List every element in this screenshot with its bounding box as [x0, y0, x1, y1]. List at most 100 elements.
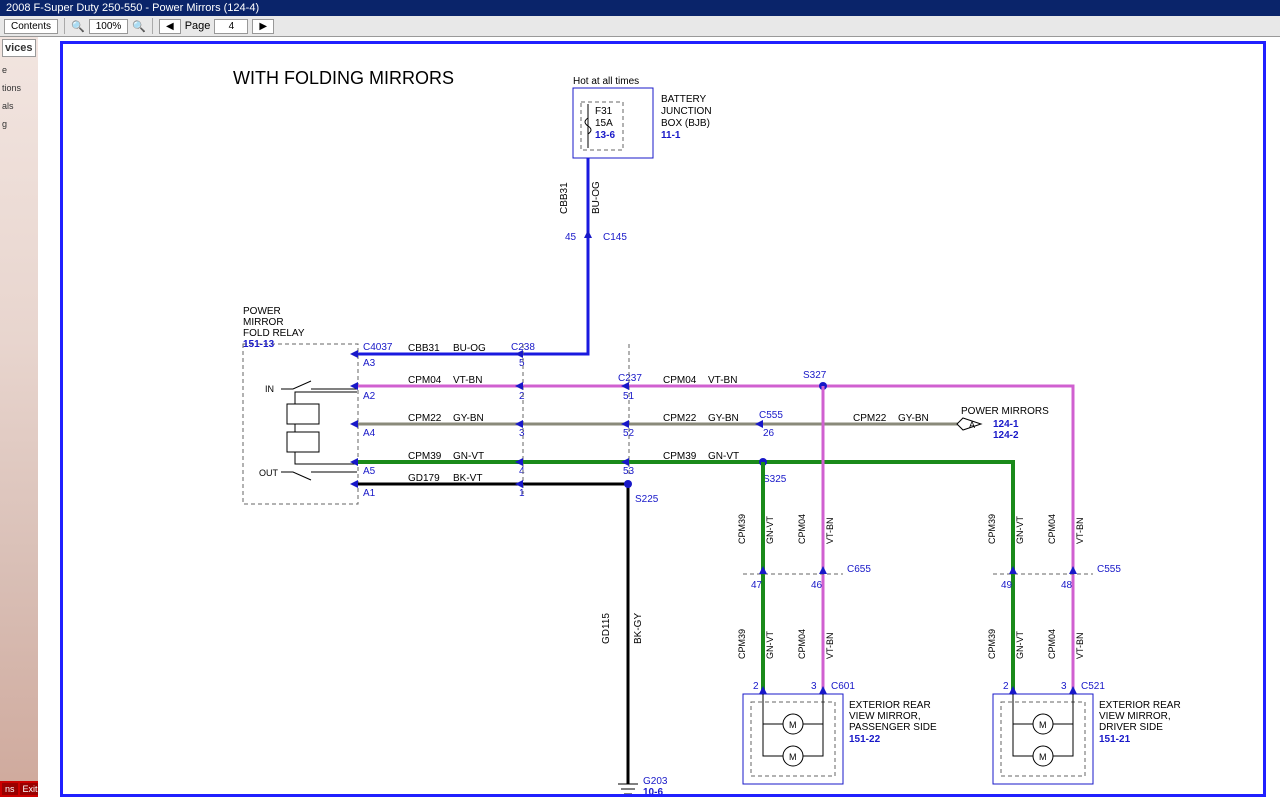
fuse-icon — [585, 104, 591, 148]
label-s325: S325 — [763, 474, 787, 485]
bjb-l2: JUNCTION — [661, 106, 712, 117]
pm-r1: 124-1 — [993, 419, 1019, 430]
wire-cbb31 — [358, 158, 588, 354]
svg-text:VT-BN: VT-BN — [825, 517, 835, 544]
svg-text:GN-VT: GN-VT — [765, 631, 775, 660]
diagram-viewer: WITH FOLDING MIRRORS Hot at all times F3… — [38, 37, 1280, 797]
svg-text:VIEW MIRROR,: VIEW MIRROR, — [1099, 711, 1171, 722]
diagram-title: WITH FOLDING MIRRORS — [233, 68, 454, 88]
svg-text:M: M — [1039, 752, 1047, 762]
pin-a5: A5 — [363, 466, 376, 477]
svg-text:VT-BN: VT-BN — [1075, 517, 1085, 544]
relay-in: IN — [265, 384, 274, 394]
contents-button[interactable]: Contents — [4, 19, 58, 34]
pm-name: POWER MIRRORS — [961, 406, 1049, 417]
pin-a1: A1 — [363, 488, 376, 499]
sidebar: vices e tions als g ns Exit — [0, 37, 39, 797]
w-cpm22-b: CPM22 — [663, 413, 697, 424]
w-gybn-b: GY-BN — [708, 413, 739, 424]
hot-label: Hot at all times — [573, 76, 639, 87]
w-bkgy: BK-GY — [633, 613, 644, 644]
label-s225: S225 — [635, 494, 659, 505]
next-page-button[interactable]: ▶ — [252, 19, 274, 34]
diagram-page: WITH FOLDING MIRRORS Hot at all times F3… — [60, 41, 1266, 797]
svg-text:CPM39: CPM39 — [987, 514, 997, 544]
svg-text:CPM04: CPM04 — [797, 514, 807, 544]
svg-text:M: M — [789, 752, 797, 762]
svg-text:DRIVER SIDE: DRIVER SIDE — [1099, 722, 1163, 733]
wire-gd179 — [358, 484, 628, 784]
mirror-pass-box — [743, 694, 843, 784]
svg-text:EXTERIOR REAR: EXTERIOR REAR — [849, 700, 931, 711]
conn-c4037: C4037 — [363, 342, 393, 353]
label-s327: S327 — [803, 370, 827, 381]
toolbar: Contents 🔍 100% 🔍 ◀ Page 4 ▶ — [0, 16, 1280, 37]
w-gybn-c: GY-BN — [898, 413, 929, 424]
zoom-in-icon[interactable]: 🔍 — [132, 20, 146, 33]
svg-text:CPM39: CPM39 — [737, 629, 747, 659]
pin-3: 3 — [519, 428, 525, 439]
conn-g203: G203 — [643, 776, 668, 787]
svg-text:VT-BN: VT-BN — [825, 632, 835, 659]
fuse-id: F31 — [595, 106, 613, 117]
pin-2: 2 — [519, 391, 525, 402]
w-cpm39-a: CPM39 — [408, 451, 442, 462]
w-gd115: GD115 — [601, 613, 612, 644]
pin-48: 48 — [1061, 580, 1073, 591]
sidebar-item[interactable]: als — [2, 101, 36, 111]
svg-text:GN-VT: GN-VT — [1015, 631, 1025, 660]
svg-text:VT-BN: VT-BN — [1075, 632, 1085, 659]
w-gd179: GD179 — [408, 473, 440, 484]
pin-45: 45 — [565, 232, 577, 243]
bjb-l3: BOX (BJB) — [661, 118, 710, 129]
pin-2b: 2 — [753, 681, 759, 692]
relay-ref: 151-13 — [243, 339, 275, 350]
pin-a2: A2 — [363, 391, 376, 402]
w-gnvt-a: GN-VT — [453, 451, 484, 462]
pin-3c: 3 — [1061, 681, 1067, 692]
w-gnvt-b: GN-VT — [708, 451, 739, 462]
conn-c601: C601 — [831, 681, 855, 692]
bjb-cell: 11-1 — [661, 130, 681, 141]
pin-3b: 3 — [811, 681, 817, 692]
pin-49: 49 — [1001, 580, 1013, 591]
pin-46: 46 — [811, 580, 823, 591]
arrow-c145 — [584, 230, 592, 238]
bjb-l1: BATTERY — [661, 94, 707, 105]
zoom-out-icon[interactable]: 🔍 — [71, 20, 85, 33]
relay-l1: POWER — [243, 306, 281, 317]
wire-buog: BU-OG — [591, 181, 602, 214]
zoom-field[interactable]: 100% — [89, 19, 129, 34]
svg-text:151-22: 151-22 — [849, 734, 881, 745]
conn-c555: C555 — [759, 410, 783, 421]
relay-l3: FOLD RELAY — [243, 328, 305, 339]
pin-5: 5 — [519, 358, 525, 369]
pin-2c: 2 — [1003, 681, 1009, 692]
svg-text:CPM39: CPM39 — [737, 514, 747, 544]
svg-text:CPM04: CPM04 — [797, 629, 807, 659]
conn-c237: C237 — [618, 373, 642, 384]
w-buog: BU-OG — [453, 343, 486, 354]
pin-26: 26 — [763, 428, 775, 439]
sidebar-item[interactable]: e — [2, 65, 36, 75]
page-number-field[interactable]: 4 — [214, 19, 248, 34]
splice-s225 — [624, 480, 632, 488]
svg-text:CPM39: CPM39 — [987, 629, 997, 659]
stage: vices e tions als g ns Exit WITH FOLDING… — [0, 37, 1280, 797]
conn-c145: C145 — [603, 232, 627, 243]
sidebar-item[interactable]: tions — [2, 83, 36, 93]
w-gybn-a: GY-BN — [453, 413, 484, 424]
page-label: Page — [185, 20, 211, 32]
svg-text:GN-VT: GN-VT — [1015, 516, 1025, 545]
sidebar-footer-btn[interactable]: ns — [2, 783, 18, 795]
sidebar-header: vices — [2, 39, 36, 57]
pin-a3: A3 — [363, 358, 376, 369]
pm-r2: 124-2 — [993, 430, 1019, 441]
prev-page-button[interactable]: ◀ — [159, 19, 181, 34]
w-cbb31: CBB31 — [408, 343, 440, 354]
fuse-ref: 13-6 — [595, 130, 615, 141]
pin-1: 1 — [519, 488, 525, 499]
svg-text:CPM04: CPM04 — [1047, 629, 1057, 659]
svg-text:CPM04: CPM04 — [1047, 514, 1057, 544]
sidebar-item[interactable]: g — [2, 119, 36, 129]
